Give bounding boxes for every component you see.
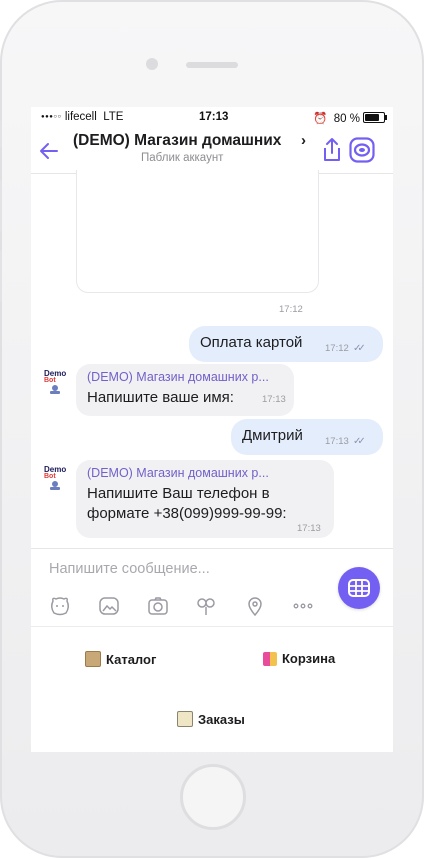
carrier: ●●●○○ lifecell LTE [41,111,124,123]
incoming-message[interactable]: (DEMO) Магазин домашних р... Напишите Ва… [76,460,334,538]
front-camera [146,58,158,70]
catalog-button[interactable]: Каталог [85,651,156,667]
location-icon[interactable] [244,595,266,617]
read-checks-icon: ✓✓ [352,436,366,447]
message-composer: Напишите сообщение... [31,548,393,627]
keyboard-toggle-button[interactable] [338,567,380,609]
camera-icon[interactable] [147,595,169,617]
gallery-icon[interactable] [98,595,120,617]
status-right: ⏰ 80 % [313,111,387,125]
bot-keyboard: Каталог Корзина Заказы [31,626,393,752]
sender-name: (DEMO) Магазин домашних р... [87,466,269,480]
chat-header: (DEMO) Магазин домашних › Паблик аккаунт [31,129,393,174]
package-icon [85,651,101,667]
clipboard-icon [177,711,193,727]
status-bar: ●●●○○ lifecell LTE 17:13 ⏰ 80 % [31,107,393,129]
chat-title[interactable]: (DEMO) Магазин домашних [73,132,313,150]
orders-button[interactable]: Заказы [177,711,245,727]
outgoing-message[interactable]: Оплата картой 17:12 ✓✓ [189,326,383,362]
message-text: Оплата картой [200,334,303,351]
message-time: 17:13 [325,436,349,447]
home-button[interactable] [180,764,246,830]
alarm-icon: ⏰ [313,113,328,125]
battery-icon [363,112,387,123]
read-checks-icon: ✓✓ [352,343,366,354]
cart-button[interactable]: Корзина [263,651,335,666]
chat-subtitle: Паблик аккаунт [141,152,224,164]
sticker-icon[interactable] [49,595,71,617]
bot-avatar[interactable]: Demo Bot [44,370,66,396]
message-text: Напишите ваше имя: [87,389,234,406]
sender-name: (DEMO) Магазин домашних р... [87,370,269,384]
rich-media-card[interactable] [76,170,319,293]
share-icon[interactable] [321,137,343,163]
chat-area[interactable]: 17:12 Оплата картой 17:12 ✓✓ Demo Bot (D… [31,170,393,548]
status-time: 17:13 [199,111,229,123]
message-time: 17:13 [262,394,286,405]
message-text: Дмитрий [242,427,303,444]
bot-icon [50,385,60,394]
bot-icon [50,481,60,490]
grid-icon [348,579,370,597]
doodle-icon[interactable] [195,595,217,617]
message-text-line: формате +38(099)999-99-99: [87,505,287,522]
phone-frame: ●●●○○ lifecell LTE 17:13 ⏰ 80 % (DEMO) М… [0,0,424,858]
more-icon[interactable] [292,595,314,617]
card-timestamp: 17:12 [279,304,303,315]
incoming-message[interactable]: (DEMO) Магазин домашних р... Напишите ва… [76,364,294,416]
message-input[interactable]: Напишите сообщение... [49,561,210,577]
message-time: 17:13 [297,523,321,534]
back-arrow-icon[interactable] [37,139,61,163]
volume-down-button [0,250,2,302]
bot-avatar[interactable]: Demo Bot [44,466,66,492]
shopping-bags-icon [263,651,277,666]
message-time: 17:12 [325,343,349,354]
chevron-right-icon[interactable]: › [301,132,306,149]
outgoing-message[interactable]: Дмитрий 17:13 ✓✓ [231,419,383,455]
mute-switch [0,120,2,148]
screen: ●●●○○ lifecell LTE 17:13 ⏰ 80 % (DEMO) М… [31,107,393,752]
volume-up-button [0,180,2,232]
earpiece [186,62,238,68]
chatbot-info-icon[interactable] [349,137,375,163]
message-text-line: Напишите Ваш телефон в [87,485,270,502]
